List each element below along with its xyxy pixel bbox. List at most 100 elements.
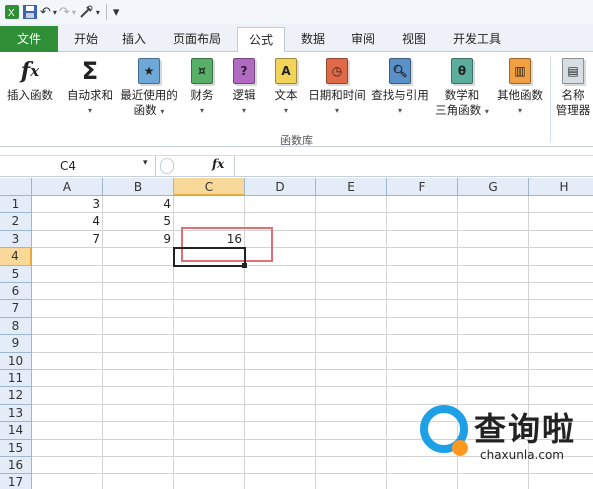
text-label: 文本 — [274, 88, 298, 102]
gridline-horizontal — [32, 334, 593, 336]
tab-view[interactable]: 视图 — [394, 28, 434, 52]
row-header-2[interactable]: 2 — [0, 213, 32, 231]
row-header-13[interactable]: 13 — [0, 404, 32, 423]
date-time-dropdown-icon: ▾ — [334, 106, 339, 115]
tab-insert[interactable]: 插入 — [114, 28, 154, 52]
active-cell-c4[interactable] — [173, 247, 246, 267]
row-header-6[interactable]: 6 — [0, 283, 32, 301]
tools-icon[interactable] — [78, 2, 94, 22]
cell-a3[interactable]: 7 — [32, 231, 103, 248]
quick-access-toolbar: X ↶ ▾ ↷ ▾ ▾ ▾ — [0, 0, 593, 24]
logical-dropdown-icon: ▾ — [241, 106, 246, 115]
name-manager-label: 名称 — [561, 88, 585, 102]
tab-review[interactable]: 审阅 — [343, 28, 383, 52]
gridline-vertical — [386, 196, 387, 489]
logical-label: 逻辑 — [232, 88, 256, 102]
formula-input[interactable] — [234, 156, 593, 176]
date-time-button[interactable]: ◷ 日期和时间 ▾ — [306, 56, 368, 118]
undo-icon[interactable]: ↶ — [40, 2, 51, 22]
formula-bar-grip[interactable] — [160, 158, 174, 174]
qat-divider — [105, 4, 107, 20]
more-functions-button[interactable]: ▥ 其他函数 ▾ — [494, 56, 546, 118]
watermark-name: 查询啦 — [474, 410, 577, 448]
undo-dropdown-icon[interactable]: ▾ — [53, 2, 57, 22]
lookup-reference-button[interactable]: 🔍︎ 查找与引用 ▾ — [369, 56, 431, 118]
autosum-dropdown-icon: ▾ — [87, 106, 92, 115]
financial-dropdown-icon: ▾ — [199, 106, 204, 115]
financial-book-icon: ¤ — [189, 56, 215, 86]
logical-button[interactable]: ? 逻辑 ▾ — [226, 56, 262, 118]
more-functions-dropdown-icon: ▾ — [517, 106, 522, 115]
autosum-button[interactable]: Σ 自动求和 ▾ — [62, 56, 118, 118]
column-header-c[interactable]: C — [174, 178, 245, 196]
column-header-h[interactable]: H — [529, 178, 593, 196]
row-header-16[interactable]: 16 — [0, 457, 32, 475]
recently-used-button[interactable]: ★ 最近使用的 函数 ▾ — [118, 56, 180, 119]
math-trig-button[interactable]: θ 数学和 三角函数 ▾ — [433, 56, 491, 119]
svg-text:X: X — [8, 8, 15, 19]
redo-dropdown-icon[interactable]: ▾ — [72, 2, 76, 22]
cell-a1[interactable]: 3 — [32, 196, 103, 213]
text-button[interactable]: A 文本 ▾ — [268, 56, 304, 118]
cell-a2[interactable]: 4 — [32, 213, 103, 230]
column-header-a[interactable]: A — [32, 178, 103, 196]
cell-b3[interactable]: 9 — [103, 231, 174, 248]
gridline-horizontal — [32, 282, 593, 283]
row-header-11[interactable]: 11 — [0, 370, 32, 388]
column-header-g[interactable]: G — [458, 178, 529, 196]
row-header-1[interactable]: 1 — [0, 196, 32, 214]
formula-bar: C4 ▾ fx — [0, 155, 593, 177]
fill-handle[interactable] — [242, 262, 247, 268]
row-header-10[interactable]: 10 — [0, 352, 32, 370]
tab-data[interactable]: 数据 — [293, 28, 333, 52]
tab-home[interactable]: 开始 — [66, 28, 106, 52]
redo-icon[interactable]: ↷ — [59, 2, 70, 22]
row-header-4[interactable]: 4 — [0, 248, 32, 266]
math-label-2: 三角函数 ▾ — [435, 103, 489, 117]
customize-qat-icon[interactable]: ▾ — [113, 2, 120, 22]
gridline-vertical — [315, 196, 316, 489]
column-header-e[interactable]: E — [316, 178, 387, 196]
fx-insert-function-icon[interactable]: fx — [212, 157, 224, 171]
watermark-url: chaxunla.com — [480, 448, 564, 462]
row-header-3[interactable]: 3 — [0, 230, 32, 249]
name-box-dropdown-icon[interactable]: ▾ — [143, 158, 148, 168]
name-manager-icon: ▤ — [560, 56, 586, 86]
name-manager-button[interactable]: ▤ 名称 管理器 — [553, 56, 593, 118]
name-box[interactable]: C4 — [0, 156, 156, 176]
column-header-f[interactable]: F — [387, 178, 458, 196]
row-header-17[interactable]: 17 — [0, 474, 32, 489]
more-functions-label: 其他函数 — [497, 88, 543, 102]
tools-dropdown-icon[interactable]: ▾ — [96, 2, 100, 22]
tab-developer[interactable]: 开发工具 — [445, 28, 509, 52]
autosum-label: 自动求和 — [67, 88, 113, 102]
gridline-horizontal — [32, 299, 593, 301]
ribbon-tabs: 文件 开始 插入 页面布局 公式 数据 审阅 视图 开发工具 — [0, 24, 593, 53]
financial-button[interactable]: ¤ 财务 ▾ — [184, 56, 220, 118]
gridline-horizontal — [32, 264, 593, 266]
row-header-12[interactable]: 12 — [0, 387, 32, 405]
text-book-icon: A — [273, 56, 299, 86]
row-header-14[interactable]: 14 — [0, 422, 32, 440]
row-header-7[interactable]: 7 — [0, 300, 32, 318]
recently-used-label: 最近使用的 — [120, 88, 178, 102]
text-dropdown-icon: ▾ — [283, 106, 288, 115]
cell-b2[interactable]: 5 — [103, 213, 174, 230]
row-header-5[interactable]: 5 — [0, 265, 32, 283]
row-header-8[interactable]: 8 — [0, 317, 32, 336]
gridline-horizontal — [32, 351, 593, 353]
column-header-b[interactable]: B — [103, 178, 174, 196]
name-manager-label-2: 管理器 — [555, 103, 591, 117]
tab-formulas[interactable]: 公式 — [237, 27, 285, 53]
save-icon[interactable] — [22, 2, 38, 22]
select-all-corner[interactable] — [0, 178, 32, 196]
column-header-d[interactable]: D — [245, 178, 316, 196]
insert-function-button[interactable]: fx 插入函数 — [2, 56, 58, 103]
cell-b1[interactable]: 4 — [103, 196, 174, 213]
row-header-15[interactable]: 15 — [0, 439, 32, 457]
row-header-9[interactable]: 9 — [0, 335, 32, 353]
watermark-logo-dot — [452, 440, 468, 456]
tab-page-layout[interactable]: 页面布局 — [165, 28, 229, 52]
tab-file[interactable]: 文件 — [0, 26, 58, 52]
recent-book-icon: ★ — [136, 56, 162, 86]
